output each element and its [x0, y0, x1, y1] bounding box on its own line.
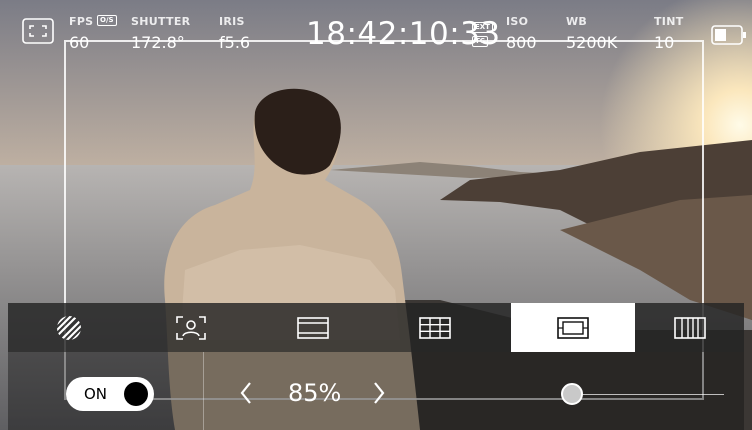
fps-label: FPS: [69, 15, 94, 28]
focus-assist-button[interactable]: [130, 303, 252, 352]
wb-value[interactable]: 5200K: [566, 33, 617, 52]
increase-arrow-icon[interactable]: [371, 379, 387, 411]
settings-divider: [203, 352, 204, 430]
shutter-value[interactable]: 172.8°: [131, 33, 185, 52]
iris-label: IRIS: [219, 15, 245, 28]
opacity-value: 85%: [288, 379, 342, 407]
safe-area-button[interactable]: [511, 303, 635, 352]
timecode[interactable]: 18:42:10:33: [306, 16, 501, 52]
ext-badge: EXT: [472, 22, 493, 33]
iris-value[interactable]: f5.6: [219, 33, 250, 52]
fullscreen-icon[interactable]: [22, 18, 54, 48]
wb-label: WB: [566, 15, 588, 28]
frame-guide-button[interactable]: [252, 303, 374, 352]
camera-monitor: FPS O/S 60 SHUTTER 172.8° IRIS f5.6 18:4…: [0, 0, 752, 430]
grid-button[interactable]: [374, 303, 496, 352]
toggle-label: ON: [84, 385, 108, 403]
zebra-button[interactable]: [8, 303, 130, 352]
shutter-label: SHUTTER: [131, 15, 191, 28]
battery-icon: [711, 25, 747, 49]
false-color-icon: [673, 316, 706, 339]
off-speed-badge: O/S: [97, 15, 117, 26]
tc-badge: TC: [472, 36, 488, 47]
iso-value[interactable]: 800: [506, 33, 537, 52]
zebra-icon: [57, 315, 81, 340]
toggle-knob: [124, 382, 148, 406]
opacity-slider-track[interactable]: [566, 394, 724, 395]
grid-icon: [419, 316, 451, 339]
tint-value[interactable]: 10: [654, 33, 674, 52]
false-color-button[interactable]: [635, 303, 744, 352]
iso-label: ISO: [506, 15, 529, 28]
safe-area-icon: [557, 316, 589, 339]
tool-toolbar: [8, 303, 744, 352]
tint-label: TINT: [654, 15, 684, 28]
opacity-slider-knob[interactable]: [561, 383, 583, 405]
decrease-arrow-icon[interactable]: [238, 379, 254, 411]
fps-value[interactable]: 60: [69, 33, 89, 52]
frame-guide-icon: [297, 316, 329, 339]
on-off-toggle[interactable]: ON: [66, 377, 154, 411]
focus-assist-icon: [176, 315, 206, 340]
